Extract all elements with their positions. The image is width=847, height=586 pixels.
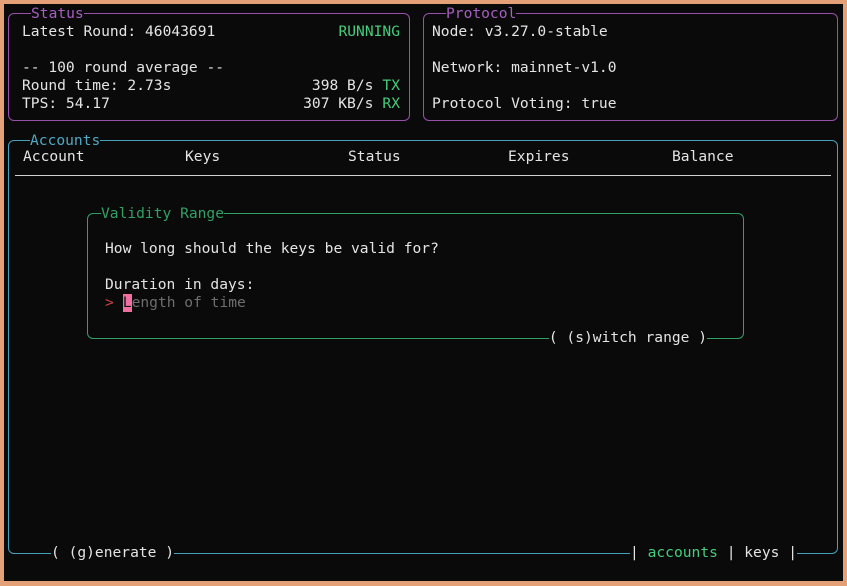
switch-range-button[interactable]: ( (s)witch range )	[549, 329, 707, 347]
tps-text: TPS: 54.17	[22, 95, 110, 113]
blank-line	[22, 41, 400, 59]
tab-accounts[interactable]: accounts	[648, 544, 718, 562]
latest-round-row: Latest Round: 46043691 RUNNING	[22, 23, 400, 41]
latest-round-text: Latest Round: 46043691	[22, 23, 215, 41]
round-average-header: -- 100 round average --	[22, 59, 400, 77]
terminal-background: Status Latest Round: 46043691 RUNNING --…	[4, 4, 843, 581]
input-cursor: L	[123, 294, 132, 312]
tx-label: TX	[382, 77, 400, 95]
accounts-panel-title: Accounts	[30, 132, 100, 150]
validity-range-content: How long should the keys be valid for? D…	[88, 214, 743, 312]
validity-question-text: How long should the keys be valid for?	[105, 240, 743, 258]
rx-rate-value: 307 KB/s	[303, 95, 373, 113]
column-header-expires: Expires	[508, 148, 570, 166]
protocol-voting-text: Protocol Voting: true	[432, 95, 828, 113]
blank-line	[105, 258, 743, 276]
status-panel-title: Status	[31, 5, 84, 23]
blank-line	[432, 77, 828, 95]
tps-row: TPS: 54.17 307 KB/s RX	[22, 95, 400, 113]
node-version-text: Node: v3.27.0-stable	[432, 23, 828, 41]
tab-keys[interactable]: keys	[744, 544, 779, 562]
validity-range-modal: Validity Range How long should the keys …	[87, 213, 744, 339]
network-text: Network: mainnet-v1.0	[432, 59, 828, 77]
round-time-row: Round time: 2.73s 398 B/s TX	[22, 77, 400, 95]
status-panel: Status Latest Round: 46043691 RUNNING --…	[8, 13, 410, 121]
duration-input-label: Duration in days:	[105, 276, 743, 294]
status-content: Latest Round: 46043691 RUNNING -- 100 ro…	[9, 14, 409, 113]
column-header-status: Status	[348, 148, 401, 166]
nav-open-pipe: |	[630, 544, 648, 562]
table-header-divider	[15, 175, 831, 176]
nav-separator-pipe: |	[718, 544, 744, 562]
duration-input[interactable]: > L ength of time	[105, 294, 743, 312]
window-frame: Status Latest Round: 46043691 RUNNING --…	[0, 0, 847, 586]
footer-nav: | accounts | keys |	[630, 544, 797, 562]
rx-rate-group: 307 KB/s RX	[303, 95, 400, 113]
protocol-panel-title: Protocol	[446, 5, 516, 23]
input-placeholder: ength of time	[132, 294, 246, 312]
accounts-table-header: Account Keys Status Expires Balance	[9, 148, 837, 166]
validity-range-title: Validity Range	[101, 205, 224, 223]
generate-button[interactable]: ( (g)enerate )	[51, 544, 174, 562]
tx-rate-group: 398 B/s TX	[312, 77, 400, 95]
protocol-content: Node: v3.27.0-stable Network: mainnet-v1…	[424, 14, 837, 113]
rx-label: RX	[382, 95, 400, 113]
input-prompt-chevron: >	[105, 294, 114, 312]
column-header-balance: Balance	[672, 148, 734, 166]
blank-line	[432, 41, 828, 59]
round-time-text: Round time: 2.73s	[22, 77, 171, 95]
column-header-account: Account	[23, 148, 85, 166]
accounts-panel: Accounts Account Keys Status Expires Bal…	[8, 140, 838, 554]
running-status-badge: RUNNING	[338, 23, 400, 41]
column-header-keys: Keys	[185, 148, 220, 166]
protocol-panel: Protocol Node: v3.27.0-stable Network: m…	[423, 13, 838, 121]
tx-rate-value: 398 B/s	[312, 77, 374, 95]
nav-close-pipe: |	[779, 544, 797, 562]
